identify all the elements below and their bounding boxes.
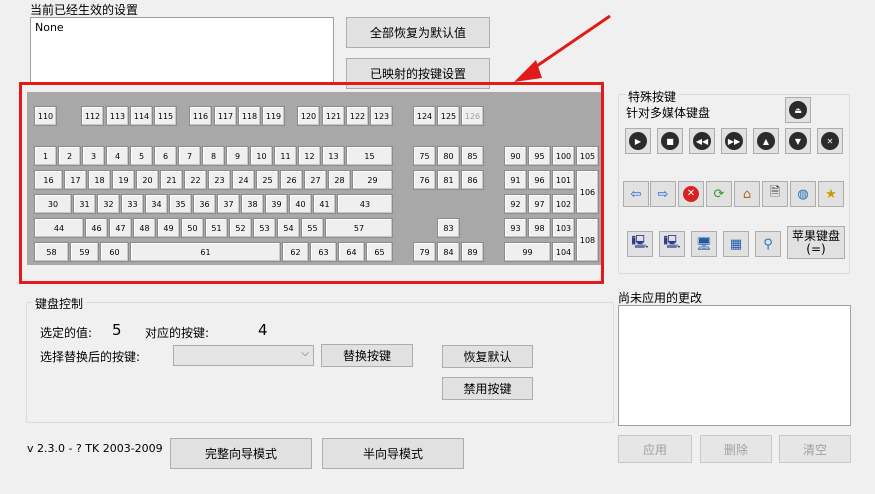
restore-all-button[interactable]: 全部恢复为默认值: [346, 17, 490, 48]
selected-value: 5: [112, 321, 122, 339]
mute-button[interactable]: ✕: [817, 128, 843, 154]
pending-changes-label: 尚未应用的更改: [618, 291, 703, 305]
my-computer-button[interactable]: 🖳: [627, 231, 653, 257]
prev-track-button[interactable]: ◀◀: [689, 128, 715, 154]
web-button[interactable]: ◍: [790, 181, 816, 207]
play-button[interactable]: ▶: [625, 128, 651, 154]
chevron-down-icon: ⌵: [301, 348, 309, 359]
refresh-icon: ⟳: [713, 186, 725, 202]
computer-2-button[interactable]: 🖳: [659, 231, 685, 257]
play-icon: ▶: [629, 132, 647, 150]
multimedia-label: 针对多媒体键盘: [626, 106, 711, 120]
stop-web-button[interactable]: ✕: [678, 181, 704, 207]
computer-2-icon: 🖳: [663, 235, 681, 250]
current-settings-label: 当前已经生效的设置: [30, 3, 139, 17]
pending-changes-box[interactable]: [618, 305, 851, 426]
keyboard-highlight-box: [19, 82, 604, 284]
mapped-key-value: 4: [258, 321, 268, 339]
next-track-icon: ▶▶: [725, 132, 743, 150]
search-doc-button[interactable]: 🗎: [762, 181, 788, 207]
eject-icon: ⏏: [789, 101, 807, 119]
next-track-button[interactable]: ▶▶: [721, 128, 747, 154]
back-button[interactable]: ⇦: [623, 181, 649, 207]
selected-value-label: 选定的值:: [40, 326, 93, 340]
stop-icon: ■: [661, 132, 679, 150]
forward-arrow-icon: ⇨: [657, 186, 669, 202]
refresh-button[interactable]: ⟳: [706, 181, 732, 207]
search-icon: ⚲: [763, 236, 773, 252]
calculator-icon: ▦: [729, 236, 743, 252]
disable-key-button[interactable]: 禁用按键: [442, 377, 533, 400]
keyboard-control-label: 键盘控制: [32, 295, 87, 312]
web-globe-icon: ◍: [797, 186, 809, 202]
my-computer-icon: 🖳: [631, 235, 649, 250]
delete-button[interactable]: 删除: [700, 435, 772, 463]
volume-up-button[interactable]: ▲: [753, 128, 779, 154]
replace-key-label: 选择替换后的按键:: [40, 350, 141, 364]
version-text: v 2.3.0 - ? TK 2003-2009: [27, 442, 163, 455]
current-settings-box[interactable]: None: [30, 17, 334, 83]
prev-track-icon: ◀◀: [693, 132, 711, 150]
computer-3-button[interactable]: 🖥: [691, 231, 717, 257]
restore-default-button[interactable]: 恢复默认: [442, 345, 533, 368]
annotation-arrow: [514, 14, 611, 82]
mapped-key-label: 对应的按键:: [145, 326, 210, 340]
current-settings-value: None: [35, 21, 64, 34]
clear-button[interactable]: 清空: [779, 435, 851, 463]
favorites-button[interactable]: ★: [818, 181, 844, 207]
home-button[interactable]: ⌂: [734, 181, 760, 207]
calculator-button[interactable]: ▦: [723, 231, 749, 257]
apply-button[interactable]: 应用: [618, 435, 692, 463]
eject-button[interactable]: ⏏: [785, 97, 811, 123]
favorites-icon: ★: [825, 186, 837, 202]
stop-button[interactable]: ■: [657, 128, 683, 154]
replace-key-select[interactable]: ⌵: [173, 345, 314, 366]
computer-3-icon: 🖥: [695, 236, 713, 252]
home-icon: ⌂: [742, 186, 752, 202]
stop-web-icon: ✕: [683, 186, 699, 202]
mute-icon: ✕: [821, 132, 839, 150]
replace-key-button[interactable]: 替换按键: [321, 344, 413, 367]
back-arrow-icon: ⇦: [630, 186, 642, 202]
half-wizard-button[interactable]: 半向导模式: [322, 438, 464, 469]
volume-up-icon: ▲: [757, 132, 775, 150]
volume-down-icon: ▼: [789, 132, 807, 150]
forward-button[interactable]: ⇨: [650, 181, 676, 207]
apple-keyboard-button[interactable]: 苹果键盘 (=): [787, 226, 845, 259]
search-button[interactable]: ⚲: [755, 231, 781, 257]
volume-down-button[interactable]: ▼: [785, 128, 811, 154]
search-doc-icon: 🗎: [769, 185, 781, 200]
special-keys-label: 特殊按键: [626, 88, 679, 105]
full-wizard-button[interactable]: 完整向导模式: [170, 438, 312, 469]
